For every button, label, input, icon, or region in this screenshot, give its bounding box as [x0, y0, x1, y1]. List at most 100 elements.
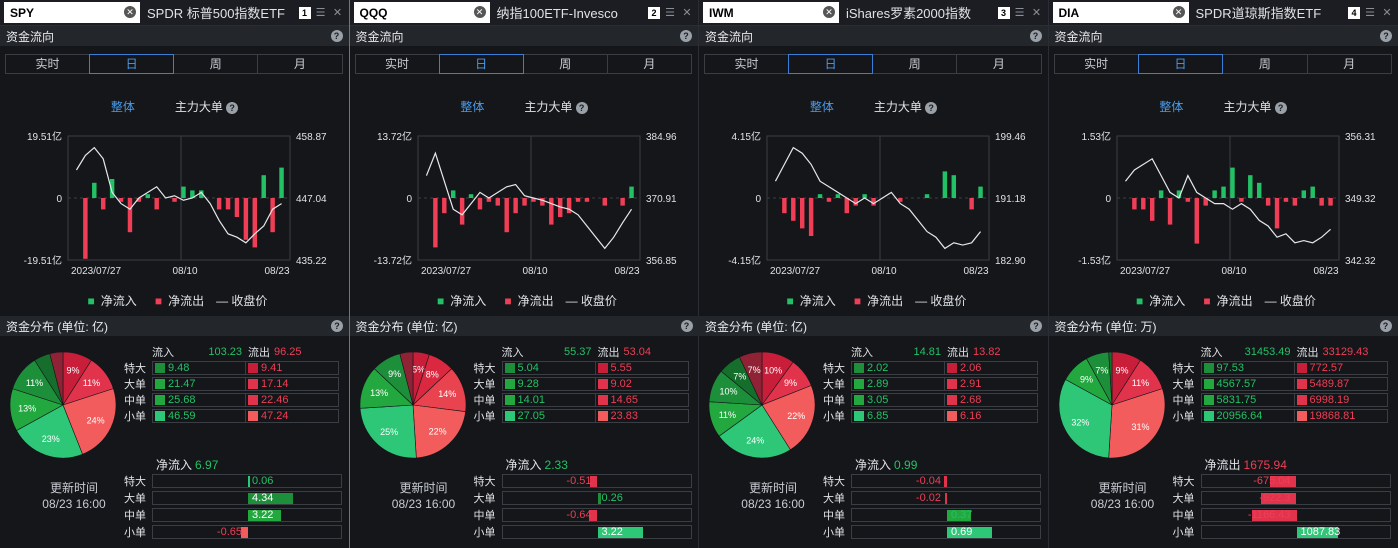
- row-label: 中单: [473, 395, 496, 407]
- help-icon[interactable]: ?: [1379, 320, 1392, 332]
- net-bar: [945, 492, 947, 504]
- pie-label: 9%: [1080, 375, 1093, 385]
- net-bar-cell: 0.37: [851, 507, 1041, 522]
- help-icon[interactable]: ?: [680, 30, 692, 42]
- main-force-toggle[interactable]: 主力大单: [1223, 100, 1274, 114]
- panel-index-badge: 3: [997, 6, 1010, 19]
- tab-2[interactable]: 周: [872, 54, 958, 74]
- help-icon[interactable]: ?: [331, 320, 343, 332]
- main-force-toggle[interactable]: 主力大单: [175, 100, 226, 114]
- security-name: 纳指100ETF-Invesco: [496, 6, 618, 21]
- main-force-toggle[interactable]: 主力大单: [874, 100, 925, 114]
- tab-0[interactable]: 实时: [704, 54, 790, 74]
- net-bar-cell: -0.64: [501, 507, 692, 522]
- tab-0[interactable]: 实时: [1053, 54, 1139, 74]
- flow-bar: [539, 198, 545, 206]
- tab-2[interactable]: 周: [522, 54, 608, 74]
- close-icon[interactable]: ✕: [1380, 6, 1394, 19]
- tab-2[interactable]: 周: [1222, 54, 1308, 74]
- in-value: 6.85: [867, 410, 889, 422]
- pie-label: 22%: [787, 411, 805, 421]
- help-icon[interactable]: ?: [1380, 30, 1392, 42]
- whole-toggle[interactable]: 整体: [111, 100, 135, 114]
- help-icon[interactable]: ?: [575, 101, 588, 114]
- row-label: 大单: [823, 492, 845, 505]
- flow-bar: [521, 198, 527, 206]
- symbol-input[interactable]: SPY ✕: [4, 2, 140, 23]
- settings-icon[interactable]: ☰: [1363, 6, 1377, 19]
- x-tick-label: 08/23: [264, 266, 289, 277]
- flow-bar: [441, 198, 447, 214]
- help-icon[interactable]: ?: [1274, 101, 1287, 114]
- fund-flow-header: 资金流向?: [0, 26, 349, 46]
- price-tick-label: 458.87: [296, 132, 327, 143]
- help-icon[interactable]: ?: [680, 320, 693, 332]
- y-tick-label: 19.51亿: [27, 130, 62, 143]
- flow-bar: [1247, 175, 1253, 198]
- tab-3[interactable]: 月: [257, 54, 343, 74]
- row-label: 中单: [473, 509, 496, 522]
- help-icon[interactable]: ?: [330, 30, 343, 42]
- clear-icon[interactable]: ✕: [473, 6, 486, 18]
- flow-bar: [628, 186, 634, 198]
- net-bar-cell: -0.51: [501, 473, 692, 488]
- clear-icon[interactable]: ✕: [124, 6, 136, 18]
- pie-label: 9%: [67, 365, 80, 375]
- close-icon[interactable]: ✕: [331, 6, 345, 19]
- legend-in: ■ 净流入: [786, 294, 836, 308]
- fund-flow-header: 资金流向?: [1048, 26, 1398, 46]
- in-cell: 6.85: [851, 409, 945, 423]
- in-cell: 5.04: [501, 361, 596, 375]
- tab-0[interactable]: 实时: [354, 54, 440, 74]
- help-icon[interactable]: ?: [226, 101, 239, 114]
- settings-icon[interactable]: ☰: [314, 6, 328, 19]
- settings-icon[interactable]: ☰: [663, 6, 677, 19]
- in-value: 2.89: [867, 378, 889, 390]
- main-force-toggle[interactable]: 主力大单: [524, 100, 575, 114]
- help-icon[interactable]: ?: [1030, 320, 1042, 332]
- flow-bar: [181, 186, 186, 198]
- symbol-input[interactable]: IWM ✕: [703, 2, 839, 23]
- help-icon[interactable]: ?: [925, 101, 938, 114]
- whole-toggle[interactable]: 整体: [1159, 100, 1183, 114]
- tab-3[interactable]: 月: [956, 54, 1042, 74]
- tab-0[interactable]: 实时: [5, 54, 91, 74]
- tab-1[interactable]: 日: [438, 54, 524, 74]
- net-bar: [248, 475, 250, 487]
- pie-label: 11%: [83, 378, 100, 388]
- pie-label: 11%: [26, 378, 43, 388]
- symbol-value: IWM: [709, 5, 734, 20]
- whole-toggle[interactable]: 整体: [810, 100, 834, 114]
- tab-1[interactable]: 日: [89, 54, 175, 74]
- legend-in: ■ 净流入: [1136, 294, 1186, 308]
- panel-qqq: QQQ ✕ 纳指100ETF-Invesco 2 ☰ ✕ 资金流向? 实时日周月整体 主力大单 …: [349, 0, 699, 548]
- out-value: 17.14: [261, 378, 289, 390]
- help-icon[interactable]: ?: [1029, 30, 1042, 42]
- settings-icon[interactable]: ☰: [1013, 6, 1027, 19]
- tab-2[interactable]: 周: [173, 54, 259, 74]
- clear-icon[interactable]: ✕: [823, 6, 835, 18]
- view-switch: 整体 主力大单 ?: [350, 98, 699, 115]
- out-value: 23.83: [610, 410, 639, 422]
- row-label: 小单: [823, 411, 845, 423]
- flow-bar: [791, 198, 796, 221]
- close-icon[interactable]: ✕: [680, 6, 694, 19]
- tab-3[interactable]: 月: [1306, 54, 1392, 74]
- tab-1[interactable]: 日: [788, 54, 874, 74]
- tab-1[interactable]: 日: [1137, 54, 1224, 74]
- out-total: 33129.43: [1322, 346, 1369, 358]
- out-cell: 772.57: [1293, 361, 1388, 375]
- net-bar-cell: -922.3: [1200, 490, 1391, 505]
- flow-bar: [1327, 198, 1333, 206]
- close-icon[interactable]: ✕: [1030, 6, 1044, 19]
- symbol-input[interactable]: QQQ ✕: [353, 2, 490, 23]
- symbol-input[interactable]: DIA ✕: [1052, 2, 1189, 23]
- panel-spy: SPY ✕ SPDR 标普500指数ETF 1 ☰ ✕ 资金流向? 实时日周月整体 主力大单 ?…: [0, 0, 350, 548]
- clear-icon[interactable]: ✕: [1172, 6, 1185, 18]
- symbol-bar: QQQ ✕ 纳指100ETF-Invesco 2 ☰ ✕: [349, 0, 698, 26]
- whole-toggle[interactable]: 整体: [460, 100, 484, 114]
- tab-3[interactable]: 月: [606, 54, 692, 74]
- flow-bar: [1185, 198, 1190, 202]
- net-value: 3.22: [601, 525, 623, 538]
- out-label: 流出: [597, 347, 620, 359]
